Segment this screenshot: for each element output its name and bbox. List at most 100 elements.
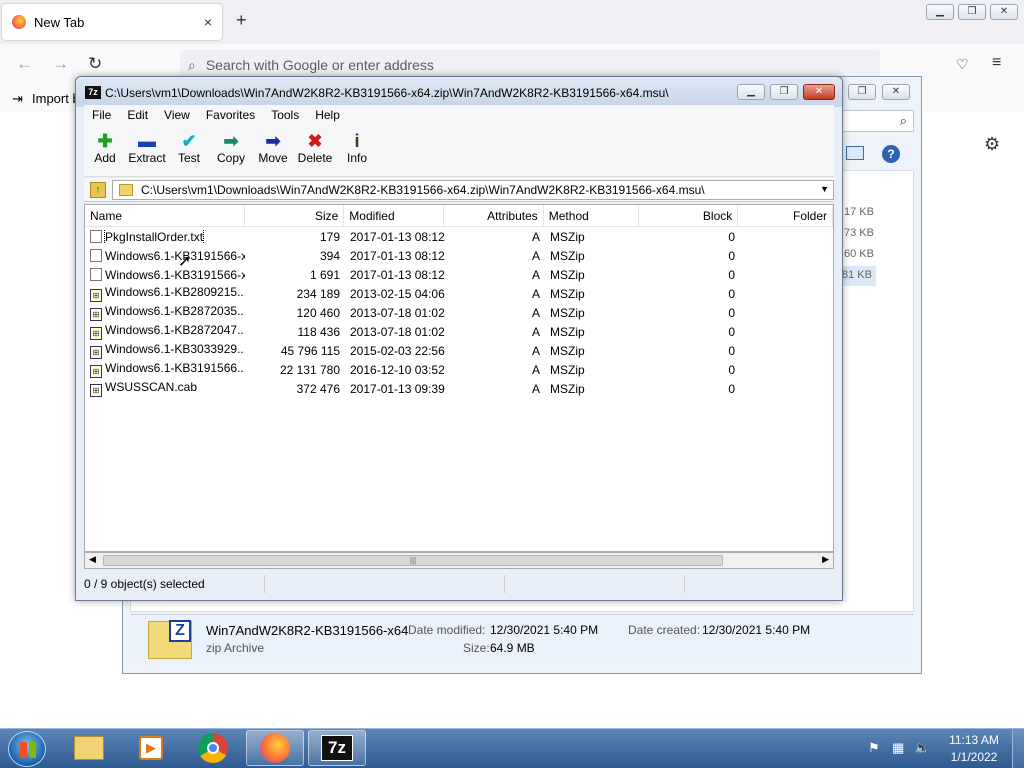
minimize-button[interactable]: ▁ [737,84,765,100]
column-header-size[interactable]: Size [245,205,345,226]
file-name-cell: ⊞ WSUSSCAN.cab [85,380,245,397]
menu-tools[interactable]: Tools [263,108,307,122]
file-block: 0 [728,381,735,396]
table-row[interactable]: PkgInstallOrder.txt 179 2017-01-13 08:12 A M… [85,227,833,246]
delete-label: Delete [297,151,333,165]
show-desktop-button[interactable] [1012,729,1024,768]
chrome-taskbar-item[interactable] [184,730,242,766]
search-icon: ⌕ [899,113,907,128]
help-icon[interactable]: ? [882,145,900,163]
mouse-cursor-icon: ➚ [178,253,192,270]
table-row[interactable]: ⊞ Windows6.1-KB2872035... 120 460 2013-07-1… [85,303,833,322]
up-folder-icon[interactable]: ↑ [90,181,106,198]
7zip-title-bar[interactable]: 7z C:\Users\vm1\Downloads\Win7AndW2K8R2-… [76,77,842,107]
menu-edit[interactable]: Edit [119,108,156,122]
volume-icon[interactable]: 🔈 [914,740,930,756]
pocket-icon[interactable]: ♡ [956,56,969,73]
menu-file[interactable]: File [84,108,119,122]
delete-button[interactable]: ✖ Delete [294,125,336,176]
forward-icon[interactable]: → [52,54,69,74]
table-row[interactable]: Windows6.1-KB3191566-x6... 1 691 2017-01-1… [85,265,833,284]
horizontal-scrollbar[interactable]: ◀ ||| ▶ [84,552,834,569]
reload-icon[interactable]: ↻ [88,54,102,74]
explorer-icon [74,736,104,760]
close-browser-button[interactable]: ✕ [990,4,1018,20]
firefox-taskbar-item[interactable] [246,730,304,766]
table-row[interactable]: ⊞ Windows6.1-KB2872047... 118 436 2013-07-1… [85,322,833,341]
column-header-modified[interactable]: Modified [344,205,445,226]
column-header-method[interactable]: Method [544,205,639,226]
file-name-cell: ⊞ Windows6.1-KB2809215... [85,285,245,302]
file-method: MSZip [550,248,585,263]
path-combobox[interactable]: C:\Users\vm1\Downloads\Win7AndW2K8R2-KB3… [112,179,834,200]
explorer-search-box[interactable]: ⌕ [842,110,914,132]
tab-new-tab[interactable]: New Tab × [2,4,222,40]
menu-view[interactable]: View [156,108,198,122]
file-name-cell: Windows6.1-KB3191566-x6... [85,248,245,263]
scroll-left-icon[interactable]: ◀ [89,554,96,565]
chevron-down-icon[interactable]: ▼ [820,184,829,194]
menu-icon[interactable]: ≡ [992,54,1001,72]
close-tab-icon[interactable]: × [204,14,212,30]
preview-pane-icon[interactable] [846,146,864,160]
file-size: 118 436 [297,324,341,339]
column-header-row: Name Size Modified Attributes Method Block Fol… [85,205,833,227]
7zip-taskbar-item[interactable]: 7z [308,730,366,766]
explorer-close-button[interactable]: ✕ [882,84,910,100]
column-header-name[interactable]: Name [85,205,245,226]
table-row[interactable]: ⊞ Windows6.1-KB2809215... 234 189 2013-02-1… [85,284,833,303]
firefox-icon [12,15,26,29]
maximize-browser-button[interactable]: ❐ [958,4,986,20]
file-name-cell: PkgInstallOrder.txt [85,229,245,244]
file-method: MSZip [550,229,585,244]
file-name-cell: ⊞ Windows6.1-KB3191566... [85,361,245,378]
minimize-browser-button[interactable]: ▁ [926,4,954,20]
action-center-icon[interactable]: ⚑ [868,740,880,756]
copy-button[interactable]: ➡ Copy [210,125,252,176]
table-row[interactable]: ⊞ WSUSSCAN.cab 372 476 2017-01-13 09:39 A MSZ… [85,379,833,398]
add-label: Add [94,151,116,165]
table-row[interactable]: Windows6.1-KB3191566-x6... 394 2017-01-13 … [85,246,833,265]
network-icon[interactable]: ▦ [892,740,904,756]
explorer-maximize-button[interactable]: ❐ [848,84,876,100]
start-button[interactable] [8,731,46,767]
close-button[interactable]: ✕ [803,84,835,100]
clock[interactable]: 11:13 AM 1/1/2022 [946,733,1002,764]
column-header-folder[interactable]: Folder [738,205,833,226]
menu-favorites[interactable]: Favorites [198,108,263,122]
add-button[interactable]: ✚ Add [84,125,126,176]
copy-arrow-icon: ➡ [223,131,239,151]
media-player-taskbar-item[interactable]: ▶ [122,730,180,766]
menu-help[interactable]: Help [307,108,348,122]
test-button[interactable]: ✔ Test [168,125,210,176]
file-name-cell: ⊞ Windows6.1-KB2872047... [85,323,245,340]
file-size: 394 [319,248,340,263]
file-attributes: A [531,305,540,320]
file-list: Name Size Modified Attributes Method Block Fol… [84,204,834,552]
extract-button[interactable]: ▬ Extract [126,125,168,176]
new-tab-button[interactable]: + [236,10,247,31]
date-created-value: 12/30/2021 5:40 PM [702,623,811,637]
info-button[interactable]: i Info [336,125,378,176]
search-icon: ⌕ [188,56,196,73]
move-button[interactable]: ➡ Move [252,125,294,176]
explorer-taskbar-item[interactable] [60,730,118,766]
info-label: Info [346,151,367,165]
file-size: 179 [319,229,340,244]
table-row[interactable]: ⊞ Windows6.1-KB3033929... 45 796 115 2015-0… [85,341,833,360]
file-block: 0 [728,229,735,244]
back-icon[interactable]: ← [16,54,33,74]
import-bookmarks-link[interactable]: Import b [32,91,80,106]
clock-time: 11:13 AM [949,733,999,747]
column-header-block[interactable]: Block [639,205,739,226]
scroll-right-icon[interactable]: ▶ [822,554,829,565]
date-modified-label: Date modified: [408,623,486,637]
copy-label: Copy [216,151,245,165]
table-row[interactable]: ⊞ Windows6.1-KB3191566... 22 131 780 2016-1… [85,360,833,379]
address-row: ↑ C:\Users\vm1\Downloads\Win7AndW2K8R2-K… [84,178,834,202]
scroll-thumb[interactable]: ||| [103,555,723,566]
column-header-attributes[interactable]: Attributes [444,205,544,226]
maximize-button[interactable]: ❐ [770,84,798,100]
settings-gear-icon[interactable]: ⚙ [984,134,1000,155]
size-label: Size: [463,641,490,655]
